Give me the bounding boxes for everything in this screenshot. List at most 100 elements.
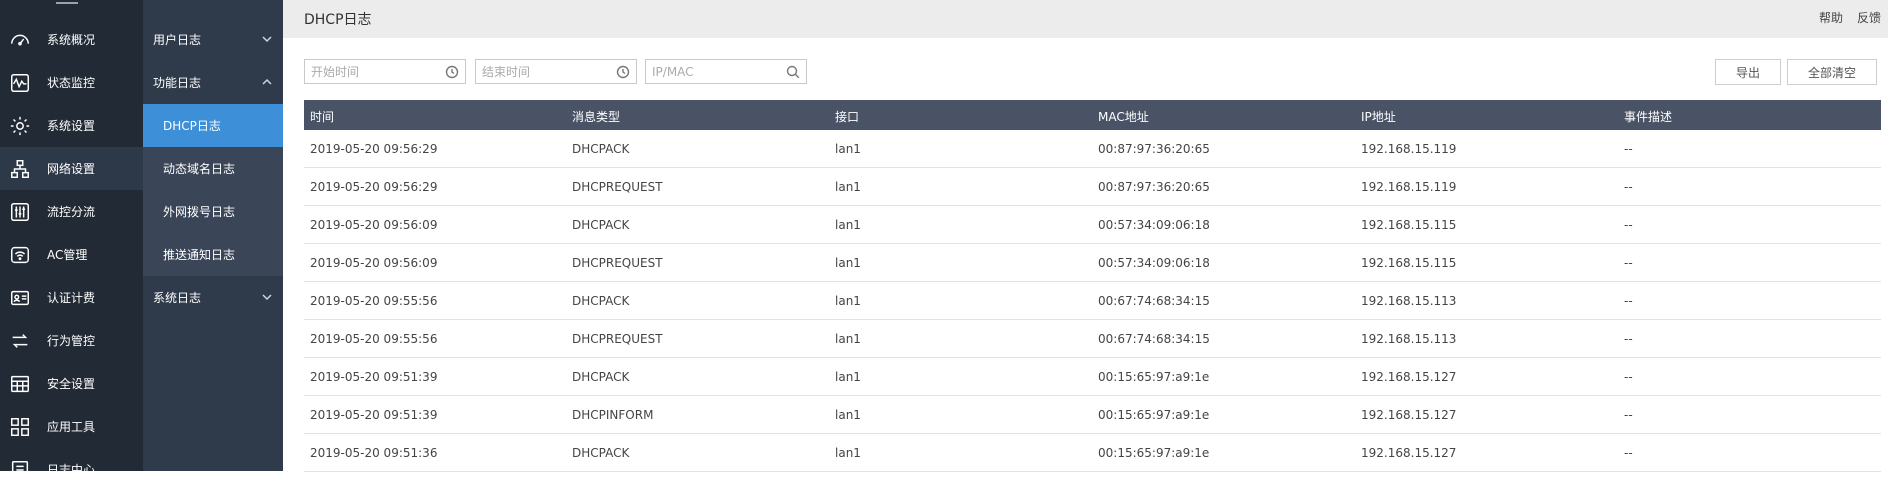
column-header-interface: 接口 (835, 110, 860, 124)
chevron-down-icon (261, 291, 273, 303)
nav-item-label: 应用工具 (47, 420, 96, 434)
table-row: 2019-05-20 09:51:39 DHCPACK lan1 00:15:6… (304, 358, 1881, 396)
nav-item-label: 系统概况 (47, 33, 96, 47)
page-title: DHCP日志 (304, 12, 372, 28)
cell-time: 2019-05-20 09:56:29 (310, 142, 438, 156)
cell-event: -- (1624, 256, 1633, 270)
nav-item-tools[interactable]: 应用工具 (0, 405, 143, 448)
table-row: 2019-05-20 09:51:39 DHCPINFORM lan1 00:1… (304, 396, 1881, 434)
cell-ip: 192.168.15.113 (1361, 332, 1457, 346)
page-header: DHCP日志 帮助 反馈 (283, 0, 1888, 38)
nav-sub-ddns-log[interactable]: 动态域名日志 (143, 147, 283, 190)
arrows-icon (8, 329, 32, 353)
end-time-field[interactable] (475, 59, 637, 84)
nav-item-behavior[interactable]: 行为管控 (0, 319, 143, 362)
nav-item-label: 日志中心 (47, 463, 96, 477)
cell-message-type: DHCPACK (572, 218, 630, 232)
nav-sub-push-log[interactable]: 推送通知日志 (143, 233, 283, 276)
feedback-link[interactable]: 反馈 (1857, 9, 1881, 26)
cell-event: -- (1624, 294, 1633, 308)
cell-mac: 00:87:97:36:20:65 (1098, 142, 1210, 156)
nav-item-flow-control[interactable]: 流控分流 (0, 190, 143, 233)
cell-ip: 192.168.15.113 (1361, 294, 1457, 308)
cell-mac: 00:15:65:97:a9:1e (1098, 370, 1210, 384)
pulse-icon (8, 71, 32, 95)
primary-sidebar: 系统概况 状态监控 系统设置 网络设置 流控分流 AC管理 认证计费 行为管控 … (0, 0, 143, 479)
cell-time: 2019-05-20 09:51:36 (310, 446, 438, 460)
nav-item-auth[interactable]: 认证计费 (0, 276, 143, 319)
cell-event: -- (1624, 180, 1633, 194)
start-time-input[interactable] (311, 64, 441, 80)
cell-mac: 00:67:74:68:34:15 (1098, 294, 1210, 308)
nav-item-system-settings[interactable]: 系统设置 (0, 104, 143, 147)
end-time-input[interactable] (482, 64, 612, 80)
menu-toggle-icon[interactable] (56, 2, 78, 4)
cell-message-type: DHCPREQUEST (572, 256, 663, 270)
table-row: 2019-05-20 09:56:29 DHCPACK lan1 00:87:9… (304, 130, 1881, 168)
cell-interface: lan1 (835, 256, 861, 270)
cell-time: 2019-05-20 09:51:39 (310, 370, 438, 384)
nav-item-ac[interactable]: AC管理 (0, 233, 143, 276)
nav-sub-label: DHCP日志 (163, 119, 221, 133)
export-button[interactable]: 导出 (1715, 59, 1781, 85)
cell-ip: 192.168.15.119 (1361, 142, 1457, 156)
cell-ip: 192.168.15.115 (1361, 218, 1457, 232)
cell-interface: lan1 (835, 332, 861, 346)
table-header: 时间 消息类型 接口 MAC地址 IP地址 事件描述 (304, 100, 1881, 130)
table-row: 2019-05-20 09:55:56 DHCPREQUEST lan1 00:… (304, 320, 1881, 358)
cell-message-type: DHCPACK (572, 370, 630, 384)
table-row: 2019-05-20 09:56:09 DHCPACK lan1 00:57:3… (304, 206, 1881, 244)
nav-sub-dialup-log[interactable]: 外网拨号日志 (143, 190, 283, 233)
cell-message-type: DHCPACK (572, 446, 630, 460)
nav-group-system-log[interactable]: 系统日志 (143, 276, 283, 319)
cell-message-type: DHCPINFORM (572, 408, 654, 422)
cell-time: 2019-05-20 09:56:29 (310, 180, 438, 194)
help-link[interactable]: 帮助 (1819, 9, 1843, 26)
table-row: 2019-05-20 09:56:09 DHCPREQUEST lan1 00:… (304, 244, 1881, 282)
wifi-icon (8, 243, 32, 267)
dashboard-icon (8, 28, 32, 52)
cell-event: -- (1624, 332, 1633, 346)
cell-mac: 00:67:74:68:34:15 (1098, 332, 1210, 346)
start-time-field[interactable] (304, 59, 466, 84)
ip-mac-search-field[interactable] (645, 59, 807, 84)
cell-event: -- (1624, 408, 1633, 422)
network-icon (8, 157, 32, 181)
nav-item-label: 流控分流 (47, 205, 96, 219)
ip-mac-search-input[interactable] (652, 64, 782, 80)
sliders-icon (8, 200, 32, 224)
chevron-down-icon (261, 33, 273, 45)
nav-group-user-log[interactable]: 用户日志 (143, 18, 283, 61)
clock-icon[interactable] (616, 65, 630, 79)
nav-group-function-log[interactable]: 功能日志 (143, 61, 283, 104)
cell-message-type: DHCPACK (572, 142, 630, 156)
dhcp-log-table: 时间 消息类型 接口 MAC地址 IP地址 事件描述 2019-05-20 09… (304, 100, 1881, 472)
nav-item-overview[interactable]: 系统概况 (0, 18, 143, 61)
nav-group-label: 系统日志 (153, 291, 202, 305)
nav-sub-label: 推送通知日志 (163, 248, 236, 262)
cell-event: -- (1624, 446, 1633, 460)
nav-item-label: 认证计费 (47, 291, 96, 305)
clear-all-button[interactable]: 全部清空 (1787, 59, 1877, 85)
id-card-icon (8, 286, 32, 310)
nav-item-network[interactable]: 网络设置 (0, 147, 143, 190)
cell-time: 2019-05-20 09:51:39 (310, 408, 438, 422)
nav-item-monitor[interactable]: 状态监控 (0, 61, 143, 104)
cell-interface: lan1 (835, 142, 861, 156)
nav-sub-dhcp-log[interactable]: DHCP日志 (143, 104, 283, 147)
cell-interface: lan1 (835, 408, 861, 422)
secondary-sidebar: 用户日志 功能日志 DHCP日志 动态域名日志 外网拨号日志 推送通知日志 系统… (143, 0, 283, 471)
cell-time: 2019-05-20 09:56:09 (310, 256, 438, 270)
cell-ip: 192.168.15.127 (1361, 408, 1457, 422)
nav-item-label: 系统设置 (47, 119, 96, 133)
cell-time: 2019-05-20 09:56:09 (310, 218, 438, 232)
clock-icon[interactable] (445, 65, 459, 79)
search-icon[interactable] (786, 65, 800, 79)
nav-item-log-center[interactable]: 日志中心 (0, 448, 143, 491)
cell-message-type: DHCPREQUEST (572, 332, 663, 346)
nav-item-label: 安全设置 (47, 377, 96, 391)
nav-sub-label: 外网拨号日志 (163, 205, 236, 219)
nav-item-label: 网络设置 (47, 162, 96, 176)
cell-time: 2019-05-20 09:55:56 (310, 332, 438, 346)
nav-item-security[interactable]: 安全设置 (0, 362, 143, 405)
